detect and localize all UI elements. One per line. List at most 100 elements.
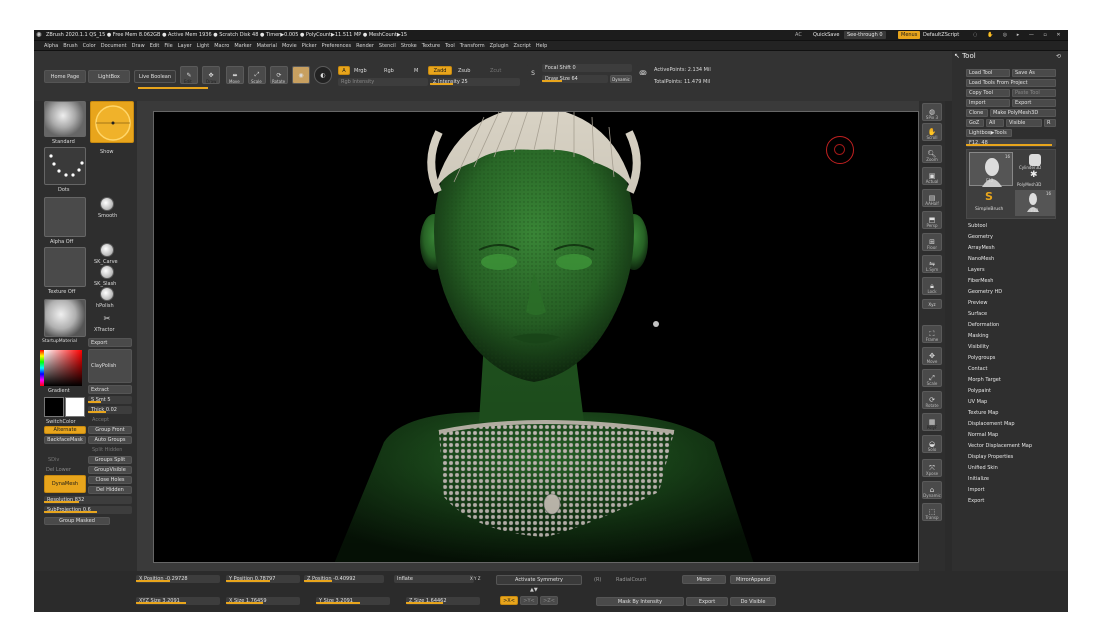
mask-by-intensity-button[interactable]: Mask By Intensity	[596, 597, 684, 606]
quicksave-button[interactable]: QuickSave	[810, 31, 842, 39]
menu-initialize[interactable]: Initialize	[968, 476, 989, 482]
menu-import[interactable]: Import	[968, 487, 985, 493]
auto-groups-button[interactable]: Auto Groups	[88, 436, 132, 444]
menu-morph-target[interactable]: Morph Target	[968, 377, 1001, 383]
paste-tool-button[interactable]: Paste Tool	[1012, 89, 1056, 97]
active-brush-circle-icon[interactable]	[90, 101, 134, 143]
menu-file[interactable]: File	[164, 43, 172, 49]
menu-material[interactable]: Material	[257, 43, 277, 49]
menu-unified-skin[interactable]: Unified Skin	[968, 465, 998, 471]
menu-geometry-hd[interactable]: Geometry HD	[968, 289, 1002, 295]
menu-edit[interactable]: Edit	[150, 43, 160, 49]
sphere-icon[interactable]: S	[526, 65, 540, 81]
current-tool-slider[interactable]: F12. 48	[966, 139, 1056, 147]
menu-arraymesh[interactable]: ArrayMesh	[968, 245, 995, 251]
bottom-export-button[interactable]: Export	[686, 597, 728, 606]
y-size-slider[interactable]: Y Size 3.2091	[316, 597, 390, 605]
menu-draw[interactable]: Draw	[132, 43, 145, 49]
window-controls-icon[interactable]: ◌ ✋ ◎ ▸ — ▫ ✕	[970, 31, 1068, 39]
menu-macro[interactable]: Macro	[214, 43, 229, 49]
menu-deformation[interactable]: Deformation	[968, 322, 999, 328]
group-visible-button[interactable]: GroupVisible	[88, 466, 132, 474]
menu-nanomesh[interactable]: NanoMesh	[968, 256, 994, 262]
activate-symmetry-button[interactable]: Activate Symmetry	[496, 575, 582, 585]
menu-layer[interactable]: Layer	[178, 43, 192, 49]
menu-texture-map[interactable]: Texture Map	[968, 410, 998, 416]
menu-texture[interactable]: Texture	[422, 43, 440, 49]
menu-visibility[interactable]: Visibility	[968, 344, 989, 350]
menu-movie[interactable]: Movie	[282, 43, 297, 49]
menu-marker[interactable]: Marker	[234, 43, 251, 49]
sdiv-slider[interactable]: SDiv	[48, 457, 59, 463]
stroke-thumbnail[interactable]	[44, 147, 86, 185]
hpolish-icon[interactable]	[100, 287, 114, 301]
home-page-button[interactable]: Home Page	[44, 70, 86, 83]
menu-uv-map[interactable]: UV Map	[968, 399, 987, 405]
menu-subtool[interactable]: Subtool	[968, 223, 987, 229]
import-button[interactable]: Import	[966, 99, 1010, 107]
z-intensity-slider[interactable]: Z Intensity 25	[430, 78, 520, 86]
menu-transform[interactable]: Transform	[460, 43, 485, 49]
groups-split-button[interactable]: Groups Split	[88, 456, 132, 464]
panel-options-icon[interactable]: ⟲	[1056, 53, 1061, 60]
group-masked-button[interactable]: Group Masked	[44, 517, 110, 525]
sym-y-toggle[interactable]: >Y<	[520, 596, 538, 605]
draw-size-slider[interactable]: Draw Size 64	[542, 75, 608, 83]
menu-layers[interactable]: Layers	[968, 267, 985, 273]
menu-display-properties[interactable]: Display Properties	[968, 454, 1013, 460]
menu-light[interactable]: Light	[197, 43, 209, 49]
default-zscript-button[interactable]: DefaultZScript	[920, 31, 962, 39]
xtractor-icon[interactable]: ✂	[100, 311, 114, 325]
menu-document[interactable]: Document	[101, 43, 127, 49]
menu-render[interactable]: Render	[356, 43, 374, 49]
save-as-button[interactable]: Save As	[1012, 69, 1056, 77]
claypolish-button[interactable]: ClayPolish	[88, 349, 132, 383]
menu-polygroups[interactable]: Polygroups	[968, 355, 995, 361]
material-thumbnail[interactable]	[44, 299, 86, 337]
tool-thumb-f12[interactable]: F12 16	[969, 152, 1013, 187]
ac-label[interactable]: AC	[792, 31, 805, 39]
goz-button[interactable]: GoZ	[966, 119, 984, 127]
radial-count-slider[interactable]: RadialCount	[616, 577, 646, 583]
menu-zscript[interactable]: Zscript	[514, 43, 531, 49]
mirror-button[interactable]: Mirror	[682, 575, 726, 584]
export-button[interactable]: Export	[88, 338, 132, 347]
secondary-color-swatch[interactable]	[65, 397, 85, 417]
close-holes-button[interactable]: Close Holes	[88, 476, 132, 484]
menu-preview[interactable]: Preview	[968, 300, 987, 306]
clone-button[interactable]: Clone	[966, 109, 988, 117]
menu-contact[interactable]: Contact	[968, 366, 987, 372]
radial-r-toggle[interactable]: (R)	[594, 577, 601, 583]
tool-thumb-f12-small[interactable]: F12 16	[1015, 190, 1055, 216]
rgb-button[interactable]: Rgb	[384, 68, 394, 74]
m-button[interactable]: M	[414, 68, 418, 74]
copy-tool-button[interactable]: Copy Tool	[966, 89, 1010, 97]
menu-export[interactable]: Export	[968, 498, 984, 504]
brush-thumbnail[interactable]	[44, 101, 86, 137]
menu-preferences[interactable]: Preferences	[322, 43, 351, 49]
focal-shift-slider[interactable]: Focal Shift 0	[542, 64, 632, 72]
resolution-slider[interactable]: Resolution 832	[44, 496, 132, 504]
tool-export-button[interactable]: Export	[1012, 99, 1056, 107]
menu-help[interactable]: Help	[536, 43, 547, 49]
mirror-and-append-button[interactable]: MirrorAppend	[730, 575, 776, 584]
material-sphere-icon[interactable]: ◉	[292, 66, 310, 84]
menu-tool[interactable]: Tool	[445, 43, 455, 49]
tool-thumb-simplebrush[interactable]: S SimpleBrush	[969, 190, 1013, 216]
tool-thumb-cylinder[interactable]: Cylinder3D	[1015, 152, 1055, 170]
show-label[interactable]: Show	[100, 149, 114, 155]
menu-fibermesh[interactable]: FiberMesh	[968, 278, 993, 284]
sk-slash-icon[interactable]	[100, 265, 114, 279]
group-front-button[interactable]: Group Front	[88, 426, 132, 434]
z-position-slider[interactable]: Z Position -0.40992	[304, 575, 384, 583]
r-button[interactable]: R	[1044, 119, 1056, 127]
menu-picker[interactable]: Picker	[302, 43, 317, 49]
dynamic-button[interactable]: Dynamic	[610, 75, 632, 83]
del-hidden-button[interactable]: Del Hidden	[88, 486, 132, 494]
menu-normal-map[interactable]: Normal Map	[968, 432, 998, 438]
x-size-slider[interactable]: X Size 1.76459	[226, 597, 300, 605]
extract-button[interactable]: Extract	[88, 385, 132, 394]
visible-button[interactable]: Visible	[1006, 119, 1042, 127]
menu-displacement-map[interactable]: Displacement Map	[968, 421, 1015, 427]
y-position-slider[interactable]: Y Position 0.78797	[226, 575, 300, 583]
